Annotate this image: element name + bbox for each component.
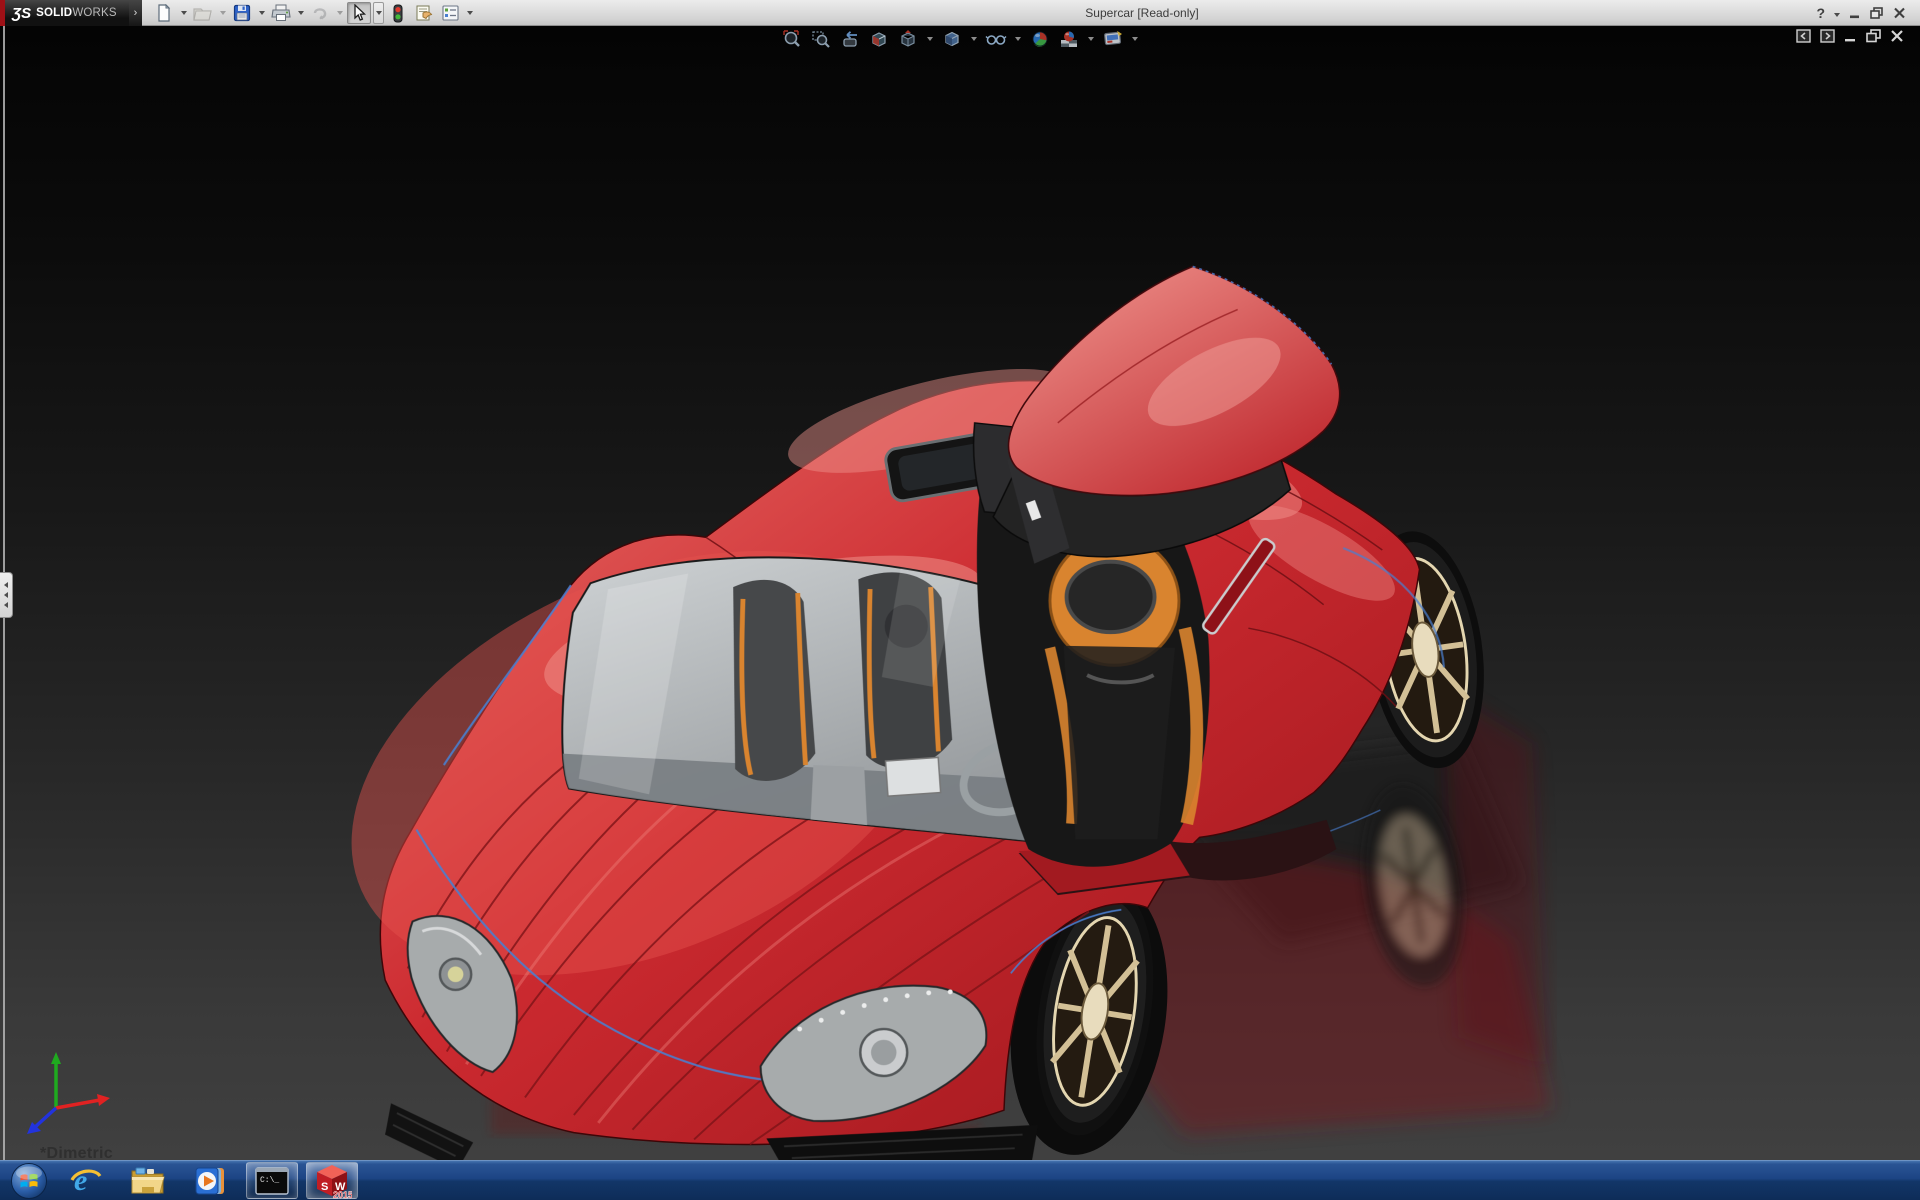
- select-cursor-icon: [354, 4, 367, 21]
- options-dropdown[interactable]: [464, 2, 475, 24]
- taskbar-media-player[interactable]: [186, 1162, 234, 1199]
- restore-button[interactable]: [1870, 7, 1884, 19]
- help-button[interactable]: ?: [1816, 5, 1825, 21]
- undo-arrow-icon: [313, 8, 327, 20]
- command-prompt-label: C:\_: [260, 1176, 279, 1185]
- svg-text:e: e: [74, 1164, 87, 1197]
- solidworks-logo: ƷS SOLID WORKS: [5, 0, 129, 26]
- windows-taskbar: e C:\_ S W 2015: [0, 1160, 1920, 1200]
- printer-icon: [271, 4, 291, 21]
- file-explorer-icon: [131, 1167, 165, 1193]
- sw-year: 2015: [333, 1190, 352, 1199]
- undo-dropdown[interactable]: [334, 2, 345, 24]
- save-floppy-icon: [233, 4, 251, 22]
- title-bar: ƷS SOLID WORKS › Supercar [Read-only] ?: [0, 0, 1920, 26]
- rebuild-button[interactable]: [386, 2, 410, 24]
- media-player-icon: [195, 1167, 224, 1194]
- y-axis-arrow: [51, 1052, 61, 1064]
- select-dropdown[interactable]: [373, 2, 384, 24]
- print-button[interactable]: [269, 2, 293, 24]
- new-document-button[interactable]: [152, 2, 176, 24]
- new-document-dropdown[interactable]: [178, 2, 189, 24]
- window-title: Supercar [Read-only]: [1085, 6, 1199, 20]
- undo-button[interactable]: [308, 2, 332, 24]
- solidworks-2015-icon: S W 2015: [317, 1164, 352, 1199]
- rebuild-traffic-light-icon: [393, 4, 403, 22]
- print-dropdown[interactable]: [295, 2, 306, 24]
- window-controls: ?: [1816, 0, 1906, 26]
- taskbar-command-prompt[interactable]: C:\_: [246, 1162, 298, 1199]
- save-dropdown[interactable]: [256, 2, 267, 24]
- command-prompt-icon: C:\_: [255, 1166, 289, 1195]
- open-folder-icon: [193, 8, 212, 21]
- options-checklist-icon: [441, 5, 459, 21]
- graphics-area[interactable]: *Dimetric: [0, 26, 1920, 1162]
- supercar-3d-model[interactable]: [0, 26, 1920, 1160]
- solidworks-window: ƷS SOLID WORKS › Supercar [Read-only] ? …: [0, 0, 1920, 1200]
- menu-flyout-arrow[interactable]: ›: [129, 0, 142, 26]
- save-button[interactable]: [230, 2, 254, 24]
- x-axis-arrow: [97, 1094, 110, 1106]
- sw-letter-s: S: [321, 1181, 328, 1193]
- taskbar-internet-explorer[interactable]: e: [62, 1162, 110, 1199]
- close-button[interactable]: [1893, 7, 1906, 19]
- file-properties-icon: [416, 5, 433, 21]
- taskbar-solidworks-2015[interactable]: S W 2015: [306, 1162, 358, 1199]
- brand-text-bold: SOLID: [36, 7, 73, 19]
- taskbar-file-explorer[interactable]: [124, 1162, 172, 1199]
- internet-explorer-icon: e: [70, 1164, 102, 1197]
- brand-text-light: WORKS: [72, 7, 117, 19]
- minimize-button[interactable]: [1849, 7, 1861, 19]
- select-button[interactable]: [347, 2, 371, 24]
- main-toolbar: [152, 0, 475, 26]
- new-document-icon: [158, 4, 171, 22]
- solidworks-logo-mark: ƷS: [12, 4, 32, 22]
- open-dropdown[interactable]: [217, 2, 228, 24]
- options-button[interactable]: [438, 2, 462, 24]
- coordinate-triad: [27, 1052, 110, 1134]
- start-button[interactable]: [8, 1162, 50, 1199]
- open-button[interactable]: [191, 2, 215, 24]
- windows-start-icon: [11, 1162, 47, 1199]
- file-properties-button[interactable]: [412, 2, 436, 24]
- help-dropdown[interactable]: [1834, 4, 1840, 22]
